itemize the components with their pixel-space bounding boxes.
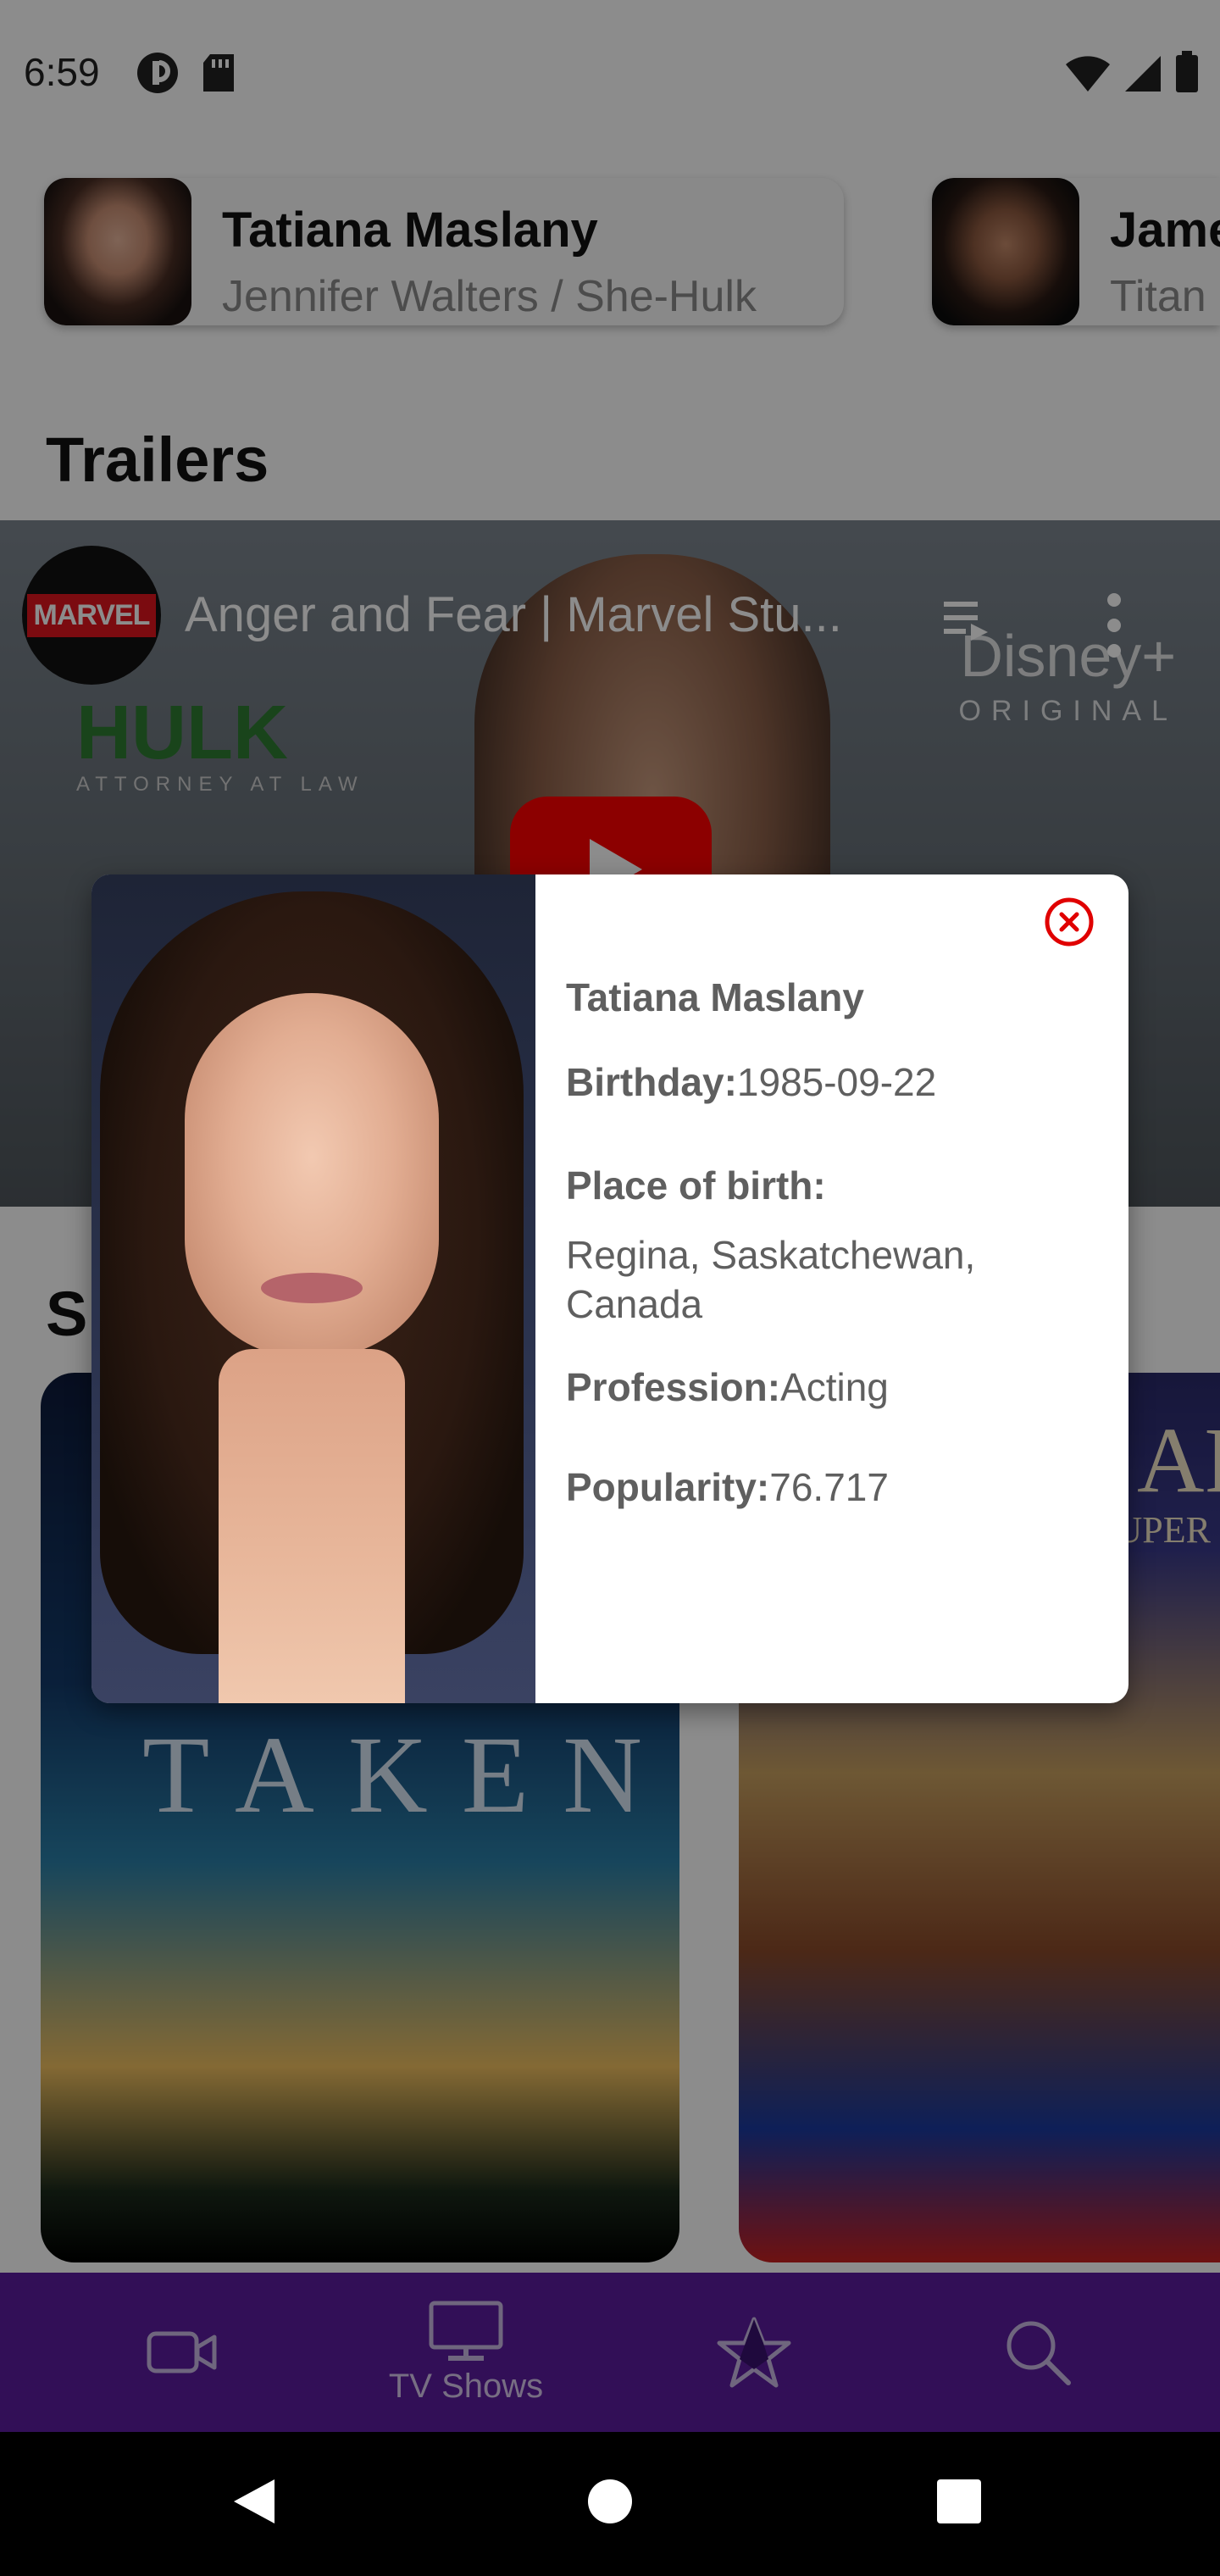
birthday-value: 1985-09-22 xyxy=(736,1060,937,1104)
home-icon[interactable] xyxy=(586,2478,634,2525)
popularity-value: 76.717 xyxy=(769,1465,889,1509)
person-details-dialog: Tatiana Maslany Birthday:1985-09-22 Plac… xyxy=(92,874,1128,1703)
popularity-row: Popularity:76.717 xyxy=(566,1464,889,1510)
photo-neck xyxy=(219,1349,405,1703)
popularity-label: Popularity: xyxy=(566,1465,770,1509)
profession-row: Profession:Acting xyxy=(566,1364,889,1410)
profession-label: Profession: xyxy=(566,1365,781,1409)
birthday-label: Birthday: xyxy=(566,1060,737,1104)
birthday-row: Birthday:1985-09-22 xyxy=(566,1059,936,1105)
person-name: Tatiana Maslany xyxy=(566,975,864,1019)
close-icon[interactable] xyxy=(1044,897,1095,947)
system-navigation-bar xyxy=(0,2432,1220,2576)
profession-value: Acting xyxy=(780,1365,889,1409)
place-of-birth-label: Place of birth: xyxy=(566,1163,826,1208)
recents-icon[interactable] xyxy=(937,2479,981,2523)
photo-lips xyxy=(261,1273,363,1303)
place-of-birth-value: Regina, Saskatchewan, Canada xyxy=(566,1233,976,1326)
back-icon[interactable] xyxy=(230,2476,278,2527)
person-photo xyxy=(92,874,535,1703)
